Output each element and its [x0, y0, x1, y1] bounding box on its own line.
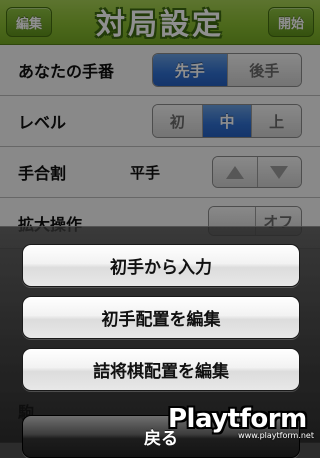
edit-tsume-setup-button[interactable]: 詰将棋配置を編集: [22, 348, 300, 391]
watermark-brand: Playtform: [168, 404, 307, 434]
input-from-first-move-button[interactable]: 初手から入力: [22, 244, 300, 287]
watermark-url: www.playtform.net: [238, 431, 314, 440]
watermark-logo: Playtform www.playtform.net: [168, 402, 316, 440]
edit-first-move-setup-button[interactable]: 初手配置を編集: [22, 296, 300, 339]
